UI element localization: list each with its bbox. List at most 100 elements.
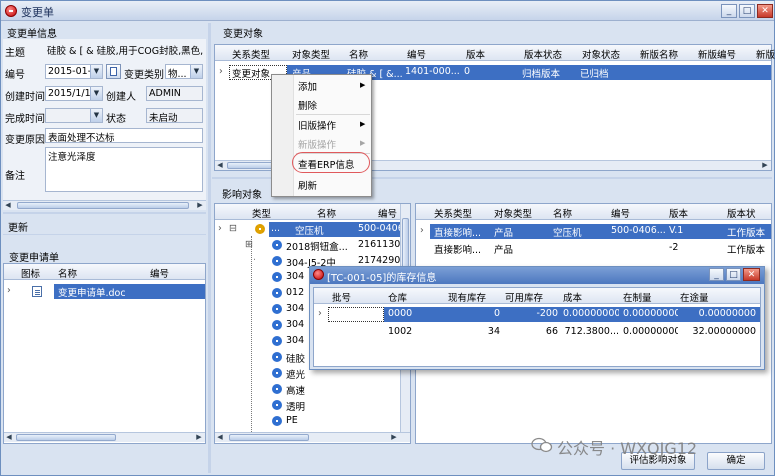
col-header[interactable]: 版本: [466, 47, 485, 61]
col-header[interactable]: 对象类型: [494, 206, 532, 220]
col-header[interactable]: 批号: [332, 290, 351, 304]
chevron-down-icon[interactable]: ▼: [90, 87, 102, 100]
col-header[interactable]: 关系类型: [232, 47, 270, 61]
tree-name-cell: 304: [286, 335, 305, 346]
scroll-right-icon[interactable]: ▶: [194, 433, 204, 442]
edit-icon[interactable]: [106, 64, 121, 79]
col-header[interactable]: 名称: [317, 206, 336, 220]
chevron-down-icon[interactable]: ▼: [90, 109, 102, 122]
scroll-left-icon[interactable]: ◀: [215, 161, 225, 170]
tree-name-cell: 2018铜钮盒...: [286, 242, 348, 253]
cell: 已归档: [580, 69, 609, 80]
col-header[interactable]: 成本: [563, 290, 582, 304]
inventory-header: 批号 仓库 现有库存 可用库存 成本 在制量 在途量: [314, 288, 760, 304]
col-header[interactable]: 新版编号: [698, 47, 736, 61]
col-header[interactable]: 版本状态: [524, 47, 562, 61]
request-hscroll[interactable]: ◀ ▶: [4, 432, 205, 442]
col-header[interactable]: 仓库: [388, 290, 407, 304]
col-header[interactable]: 对象状态: [582, 47, 620, 61]
tree-row[interactable]: PE: [215, 414, 400, 429]
col-header[interactable]: 类型: [252, 206, 271, 220]
tree-row[interactable]: ⊞ 2018铜钮盒... 21611304: [215, 238, 400, 253]
minimize-button[interactable]: _: [721, 4, 737, 18]
col-header[interactable]: 关系类型: [434, 206, 472, 220]
finished-date-field[interactable]: ▼: [45, 108, 103, 123]
menu-item-refresh[interactable]: 刷新: [298, 178, 317, 192]
table-row[interactable]: › 变更申请单.doc: [4, 284, 205, 299]
scroll-right-icon[interactable]: ▶: [760, 161, 770, 170]
table-row[interactable]: 直接影响... 产品 -2 工作版本: [416, 241, 771, 256]
close-button[interactable]: ✕: [743, 268, 760, 281]
col-header[interactable]: 编号: [407, 47, 426, 61]
scroll-left-icon[interactable]: ◀: [3, 201, 13, 210]
col-header[interactable]: 编号: [611, 206, 630, 220]
scroll-thumb[interactable]: [16, 434, 116, 441]
table-row[interactable]: › 0000 0 -200 0.00000000 0.00000000 0.00…: [314, 307, 760, 322]
request-table-header: 图标 名称 编号: [4, 264, 205, 280]
collapse-icon[interactable]: ⊟: [229, 223, 237, 234]
row-indicator-icon: ›: [7, 285, 11, 296]
submenu-arrow-icon: ▶: [360, 120, 366, 128]
scroll-left-icon[interactable]: ◀: [215, 433, 225, 442]
reason-field[interactable]: 表面处理不达标: [45, 128, 203, 143]
impact-tree-hscroll[interactable]: ◀ ▶: [215, 432, 410, 442]
col-header[interactable]: 版本状: [727, 206, 756, 220]
col-header[interactable]: 图标: [21, 266, 40, 280]
assembly-icon: [255, 224, 265, 234]
chevron-down-icon[interactable]: ▼: [190, 65, 202, 78]
part-icon: [272, 384, 282, 394]
tree-row[interactable]: 高速: [215, 382, 400, 397]
col-header[interactable]: 名称: [58, 266, 77, 280]
tree-row[interactable]: 透明: [215, 398, 400, 413]
col-header[interactable]: 版本: [669, 206, 688, 220]
info-title: 变更单信息: [7, 29, 57, 40]
change-type-select[interactable]: 物... ▼: [165, 64, 203, 79]
menu-item-delete[interactable]: 删除: [298, 98, 317, 112]
scroll-thumb[interactable]: [402, 218, 409, 268]
chevron-down-icon[interactable]: ▼: [90, 65, 102, 78]
scroll-left-icon[interactable]: ◀: [4, 433, 14, 442]
expand-icon[interactable]: ⊞: [245, 239, 253, 250]
table-row[interactable]: 1002 34 66 712.3800... 0.00000000 32.000…: [314, 325, 760, 340]
menu-item-old-version[interactable]: 旧版操作: [298, 118, 336, 132]
col-header[interactable]: 在途量: [680, 290, 709, 304]
table-row[interactable]: › 直接影响... 产品 空压机 500-0406... V.1 工作版本: [416, 224, 771, 239]
col-header[interactable]: 新版名称: [640, 47, 678, 61]
number-field[interactable]: 2015-01- ▼: [45, 64, 103, 79]
col-header[interactable]: 新版: [756, 47, 775, 61]
creator-field: ADMIN: [146, 86, 203, 101]
col-header[interactable]: 名称: [553, 206, 572, 220]
col-header[interactable]: 对象类型: [292, 47, 330, 61]
change-objects-header: 关系类型 对象类型 名称 编号 版本 版本状态 对象状态 新版名称 新版编号 新…: [215, 45, 775, 61]
col-header[interactable]: 现有库存: [448, 290, 486, 304]
vertical-splitter[interactable]: [208, 23, 211, 473]
confirm-button[interactable]: 确定: [707, 452, 765, 470]
scroll-right-icon[interactable]: ▶: [389, 433, 399, 442]
tree-name-cell: 304: [286, 271, 305, 282]
remark-field[interactable]: 注意光泽度: [45, 147, 203, 192]
col-header[interactable]: 编号: [378, 206, 397, 220]
scroll-right-icon[interactable]: ▶: [195, 201, 205, 210]
close-button[interactable]: ✕: [757, 4, 773, 18]
dialog-titlebar: [TC-001-05]的库存信息 _ □ ✕: [310, 267, 764, 284]
created-date-field[interactable]: 2015/1/1 ▼: [45, 86, 103, 101]
maximize-button[interactable]: □: [726, 268, 741, 281]
minimize-button[interactable]: _: [709, 268, 724, 281]
info-hscroll[interactable]: ◀ ▶: [3, 200, 206, 210]
tree-row[interactable]: › ⊟ ... 空压机 500-0406: [215, 222, 400, 237]
maximize-button[interactable]: □: [739, 4, 755, 18]
request-name-cell: 变更申请单.doc: [58, 288, 126, 299]
col-header[interactable]: 可用库存: [505, 290, 543, 304]
request-title: 变更申请单: [9, 253, 59, 264]
col-header[interactable]: 名称: [349, 47, 368, 61]
inventory-table: 批号 仓库 现有库存 可用库存 成本 在制量 在途量 › 0000 0 -200…: [313, 287, 761, 367]
cell: 0.00000000: [623, 308, 678, 319]
tree-number-cell: 21611304: [358, 239, 400, 250]
subject-field[interactable]: 硅胶 & [ & 硅胶,用于COG封胶,黑色,2: [45, 42, 203, 57]
col-header[interactable]: 编号: [150, 266, 169, 280]
col-header[interactable]: 在制量: [623, 290, 652, 304]
splitter[interactable]: [3, 212, 206, 214]
scroll-thumb[interactable]: [229, 434, 309, 441]
menu-item-add[interactable]: 添加: [298, 79, 317, 93]
scroll-thumb[interactable]: [17, 202, 189, 209]
